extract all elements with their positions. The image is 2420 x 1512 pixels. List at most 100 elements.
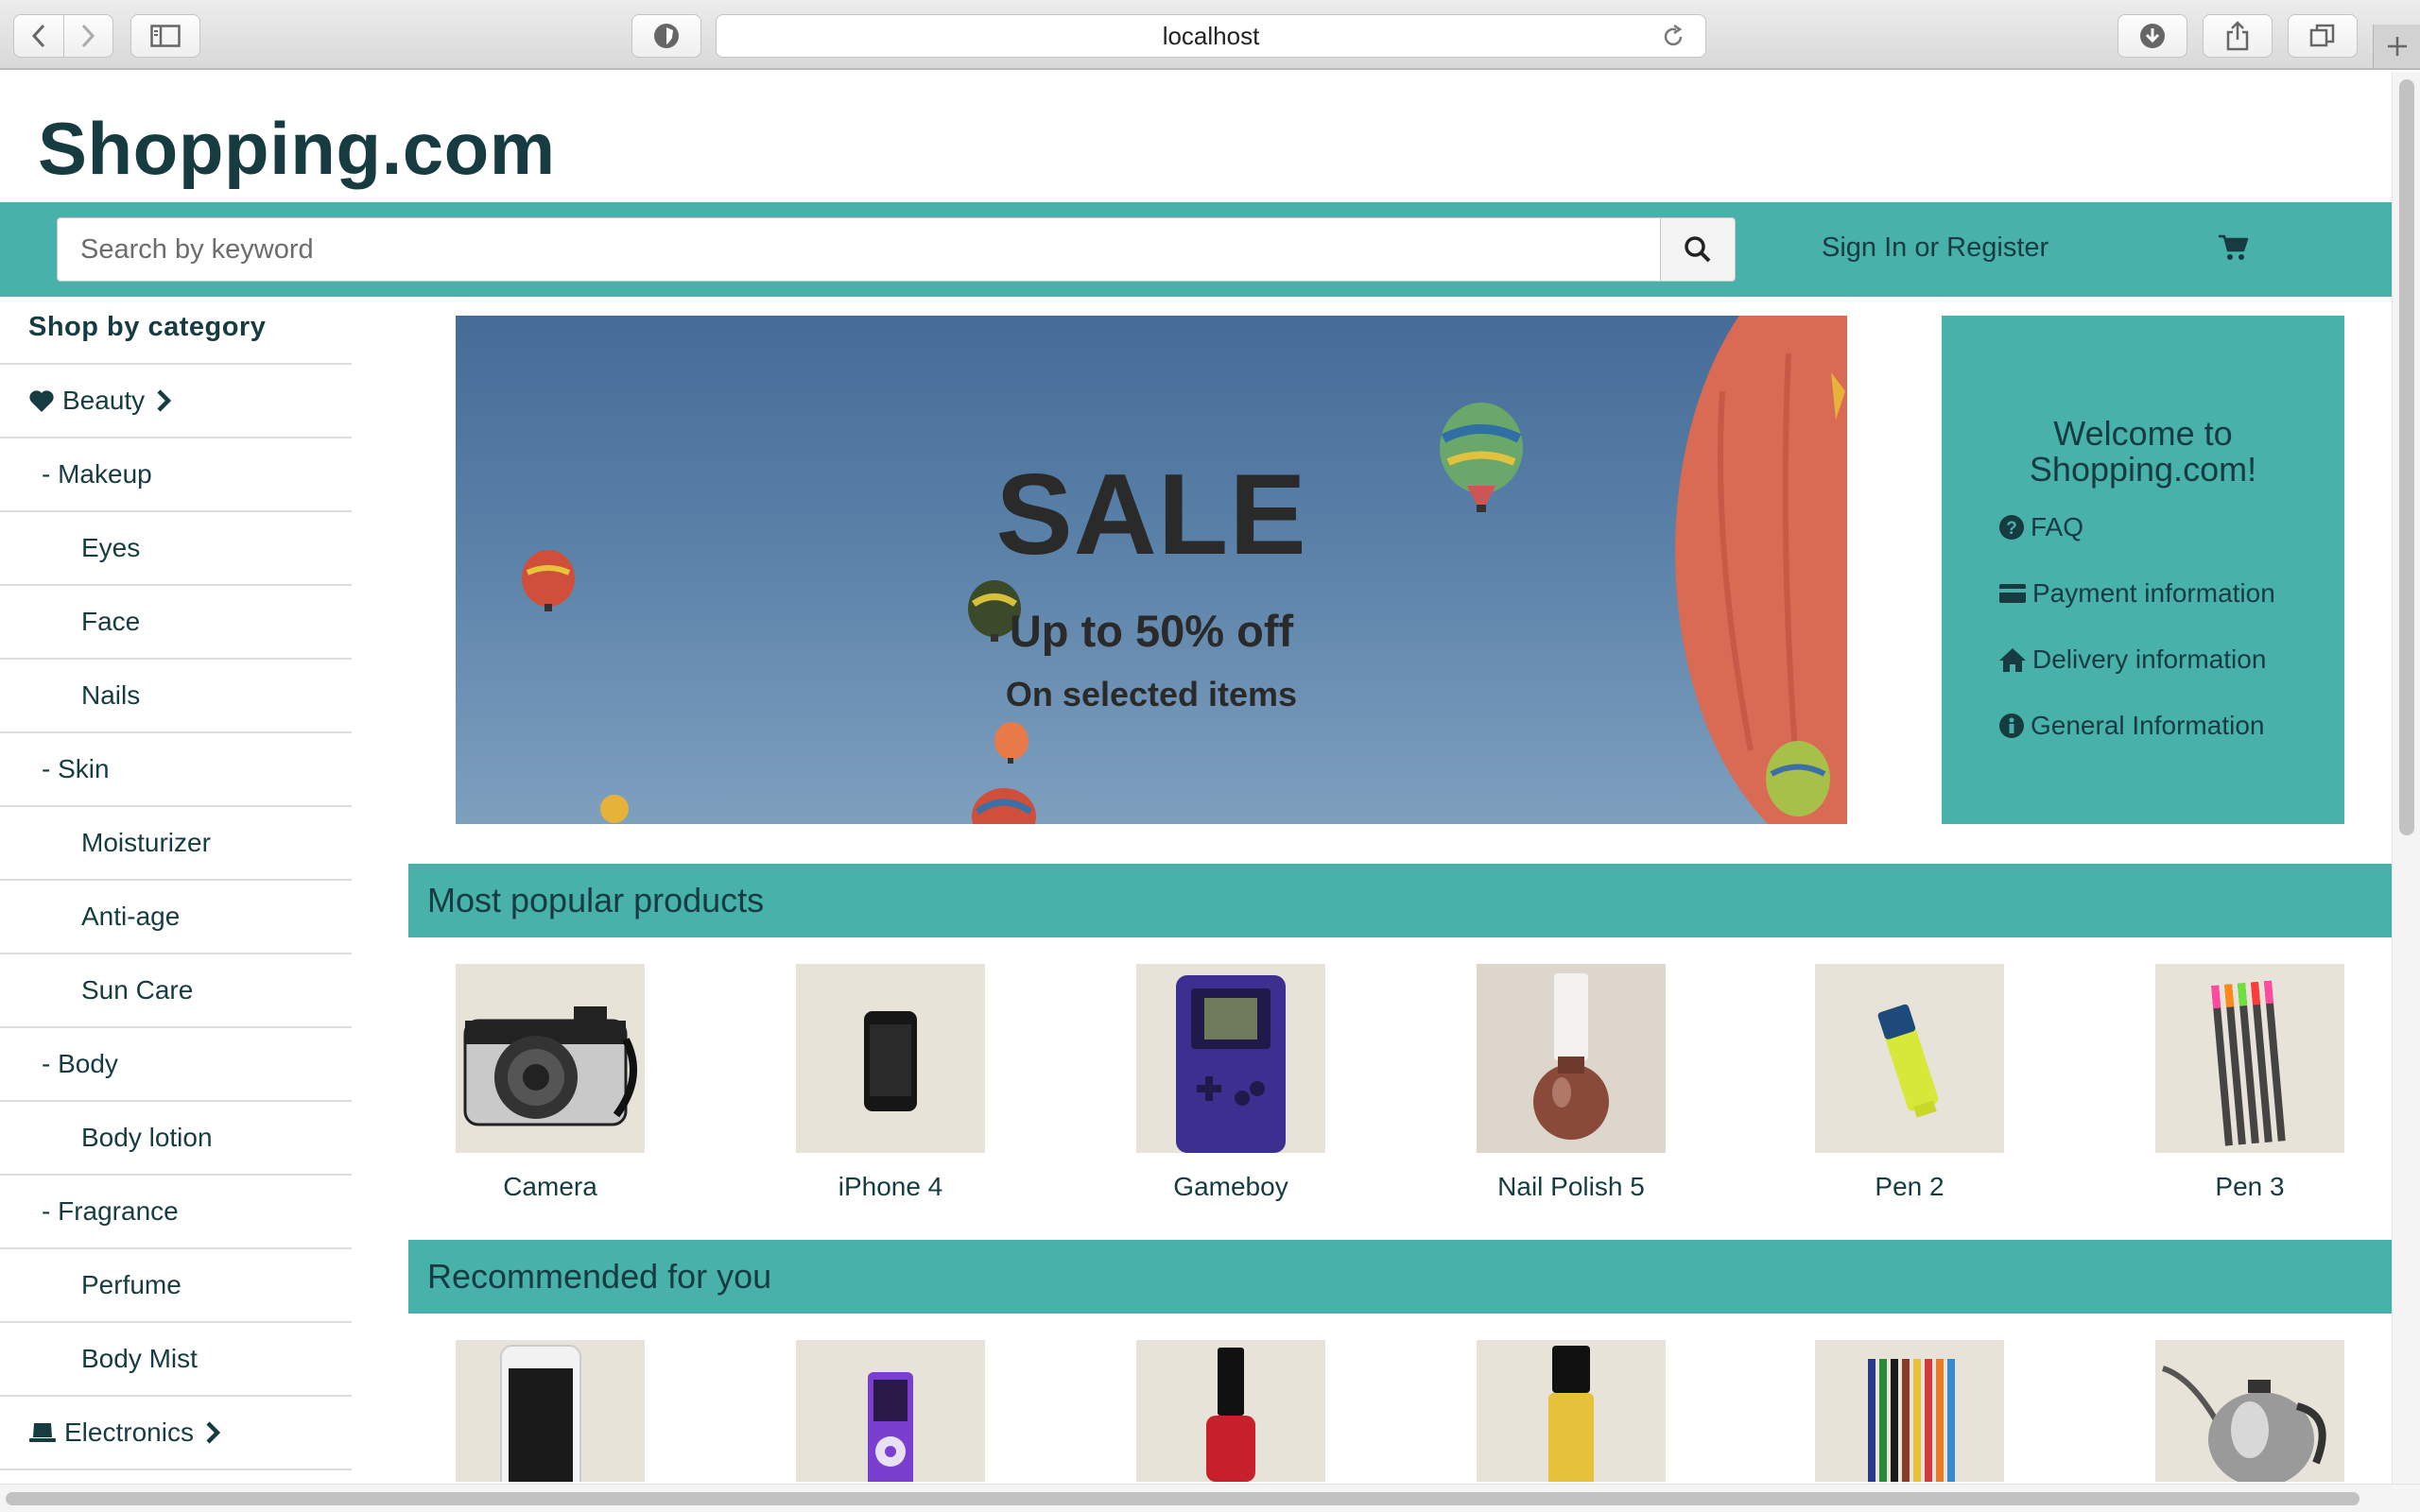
sale-note: On selected items xyxy=(1005,675,1298,713)
sidebar-item-makeup[interactable]: - Makeup xyxy=(0,438,352,512)
product-card-pen-3[interactable]: Pen 3 xyxy=(2155,964,2344,1202)
recommended-product-phone[interactable] xyxy=(456,1340,645,1482)
section-title: Most popular products xyxy=(427,881,765,919)
sidebar-item-beauty[interactable]: Beauty xyxy=(0,365,352,438)
chevron-right-icon xyxy=(205,1420,220,1445)
sidebar-toggle-button[interactable] xyxy=(130,14,200,58)
reload-icon[interactable] xyxy=(1660,24,1686,50)
recommended-product-kettle[interactable] xyxy=(2155,1340,2344,1482)
sidebar-item-skin[interactable]: - Skin xyxy=(0,733,352,807)
download-icon xyxy=(2140,24,2165,48)
product-image-colored-pencils xyxy=(1815,1340,2004,1482)
vertical-scrollbar[interactable] xyxy=(2392,72,2420,1484)
horizontal-scroll-thumb[interactable] xyxy=(6,1492,2360,1505)
forward-button[interactable] xyxy=(63,15,112,57)
sidebar-item-label: Beauty xyxy=(62,386,146,415)
product-name: iPhone 4 xyxy=(838,1172,943,1201)
delivery-information-label: Delivery information xyxy=(2032,644,2267,674)
recommended-product-nail-polish[interactable] xyxy=(1136,1340,1325,1482)
product-name: Gameboy xyxy=(1173,1172,1288,1201)
address-bar[interactable]: localhost xyxy=(716,14,1706,58)
product-card-camera[interactable]: Camera xyxy=(456,964,645,1202)
new-tab-button[interactable] xyxy=(2373,25,2420,68)
search-input[interactable] xyxy=(57,217,1662,282)
sidebar-item-fragrance[interactable]: - Fragrance xyxy=(0,1176,352,1249)
sale-subtitle: Up to 50% off xyxy=(1009,606,1294,656)
product-card-iphone-4[interactable]: iPhone 4 xyxy=(796,964,985,1202)
product-card-pen-2[interactable]: Pen 2 xyxy=(1815,964,2004,1202)
back-button[interactable] xyxy=(14,15,63,57)
welcome-panel: Welcome to Shopping.com! ? FAQ Payment i… xyxy=(1942,316,2344,824)
sale-title: SALE xyxy=(995,450,1307,578)
svg-text:?: ? xyxy=(2006,519,2017,539)
product-name: Camera xyxy=(503,1172,597,1201)
section-title: Recommended for you xyxy=(427,1257,772,1296)
forward-icon xyxy=(82,24,95,48)
cart-icon[interactable] xyxy=(2217,233,2249,262)
sidebar-title: Shop by category xyxy=(0,297,352,365)
laptop-icon xyxy=(28,1421,57,1444)
vertical-scroll-thumb[interactable] xyxy=(2399,79,2414,835)
welcome-title: Welcome to Shopping.com! xyxy=(2029,414,2257,489)
home-icon xyxy=(1998,646,2027,673)
share-button[interactable] xyxy=(2203,14,2273,58)
sidebar-item-label: Body Mist xyxy=(81,1344,198,1373)
web-page: Shopping.com Sign In or Register Shop by… xyxy=(0,72,2392,1484)
sidebar-item-body[interactable]: - Body xyxy=(0,1028,352,1102)
payment-information-label: Payment information xyxy=(2032,578,2275,608)
sidebar-item-sun-care[interactable]: Sun Care xyxy=(0,954,352,1028)
site-logo[interactable]: Shopping.com xyxy=(38,106,556,192)
back-icon xyxy=(31,24,44,48)
sidebar-item-label: Face xyxy=(81,607,141,636)
sidebar-item-electronics[interactable]: Electronics xyxy=(0,1397,352,1470)
sidebar-item-anti-age[interactable]: Anti-age xyxy=(0,881,352,954)
sidebar-item-label: - Fragrance xyxy=(42,1196,179,1226)
most-popular-header: Most popular products xyxy=(408,864,2392,937)
product-image-nail-polish xyxy=(1477,964,1666,1153)
sidebar-item-perfume[interactable]: Perfume xyxy=(0,1249,352,1323)
sidebar-item-moisturizer[interactable]: Moisturizer xyxy=(0,807,352,881)
recommended-product-ipod[interactable] xyxy=(796,1340,985,1482)
sidebar-item-label: - Body xyxy=(42,1049,118,1078)
sign-in-link[interactable]: Sign In or Register xyxy=(1822,232,2048,264)
product-image-iphone xyxy=(796,964,985,1153)
sidebar-item-label: - Makeup xyxy=(42,459,152,489)
delivery-information-link[interactable]: Delivery information xyxy=(1998,644,2266,675)
sidebar-icon xyxy=(150,25,181,47)
sidebar-item-nails[interactable]: Nails xyxy=(0,660,352,733)
recommended-product-bottle[interactable] xyxy=(1477,1340,1666,1482)
product-image-white-phone xyxy=(456,1340,645,1482)
browser-toolbar: localhost xyxy=(0,0,2420,70)
sidebar-item-label: Anti-age xyxy=(81,902,181,931)
info-circle-icon xyxy=(1998,713,2025,739)
product-card-nail-polish-5[interactable]: Nail Polish 5 xyxy=(1477,964,1666,1202)
sidebar-item-eyes[interactable]: Eyes xyxy=(0,512,352,586)
horizontal-scrollbar[interactable] xyxy=(0,1484,2420,1512)
downloads-button[interactable] xyxy=(2118,14,2187,58)
recommended-product-pencils[interactable] xyxy=(1815,1340,2004,1482)
product-name: Pen 3 xyxy=(2215,1172,2285,1201)
payment-information-link[interactable]: Payment information xyxy=(1998,578,2275,609)
general-information-label: General Information xyxy=(2031,711,2265,740)
product-card-gameboy[interactable]: Gameboy xyxy=(1136,964,1325,1202)
sidebar-item-label: Perfume xyxy=(81,1270,182,1299)
share-icon xyxy=(2226,21,2249,51)
credit-card-icon xyxy=(1998,582,2027,605)
sidebar-item-label: Electronics xyxy=(64,1418,194,1447)
faq-link[interactable]: ? FAQ xyxy=(1998,512,2083,542)
sidebar-item-body-lotion[interactable]: Body lotion xyxy=(0,1102,352,1176)
privacy-report-button[interactable] xyxy=(631,14,701,58)
history-nav xyxy=(13,14,113,58)
general-information-link[interactable]: General Information xyxy=(1998,711,2264,741)
product-image-kettle xyxy=(2155,1340,2344,1482)
tab-overview-button[interactable] xyxy=(2288,14,2358,58)
product-image-gameboy xyxy=(1136,964,1325,1153)
search-bar-strip: Sign In or Register xyxy=(0,202,2392,297)
product-image-pens xyxy=(2155,964,2344,1153)
product-image-red-nail-polish xyxy=(1136,1340,1325,1482)
sidebar-item-body-mist[interactable]: Body Mist xyxy=(0,1323,352,1397)
search-button[interactable] xyxy=(1660,217,1736,282)
sale-banner[interactable]: SALE Up to 50% off On selected items xyxy=(456,316,1847,824)
sidebar-item-face[interactable]: Face xyxy=(0,586,352,660)
sidebar-item-label: - Skin xyxy=(42,754,110,783)
